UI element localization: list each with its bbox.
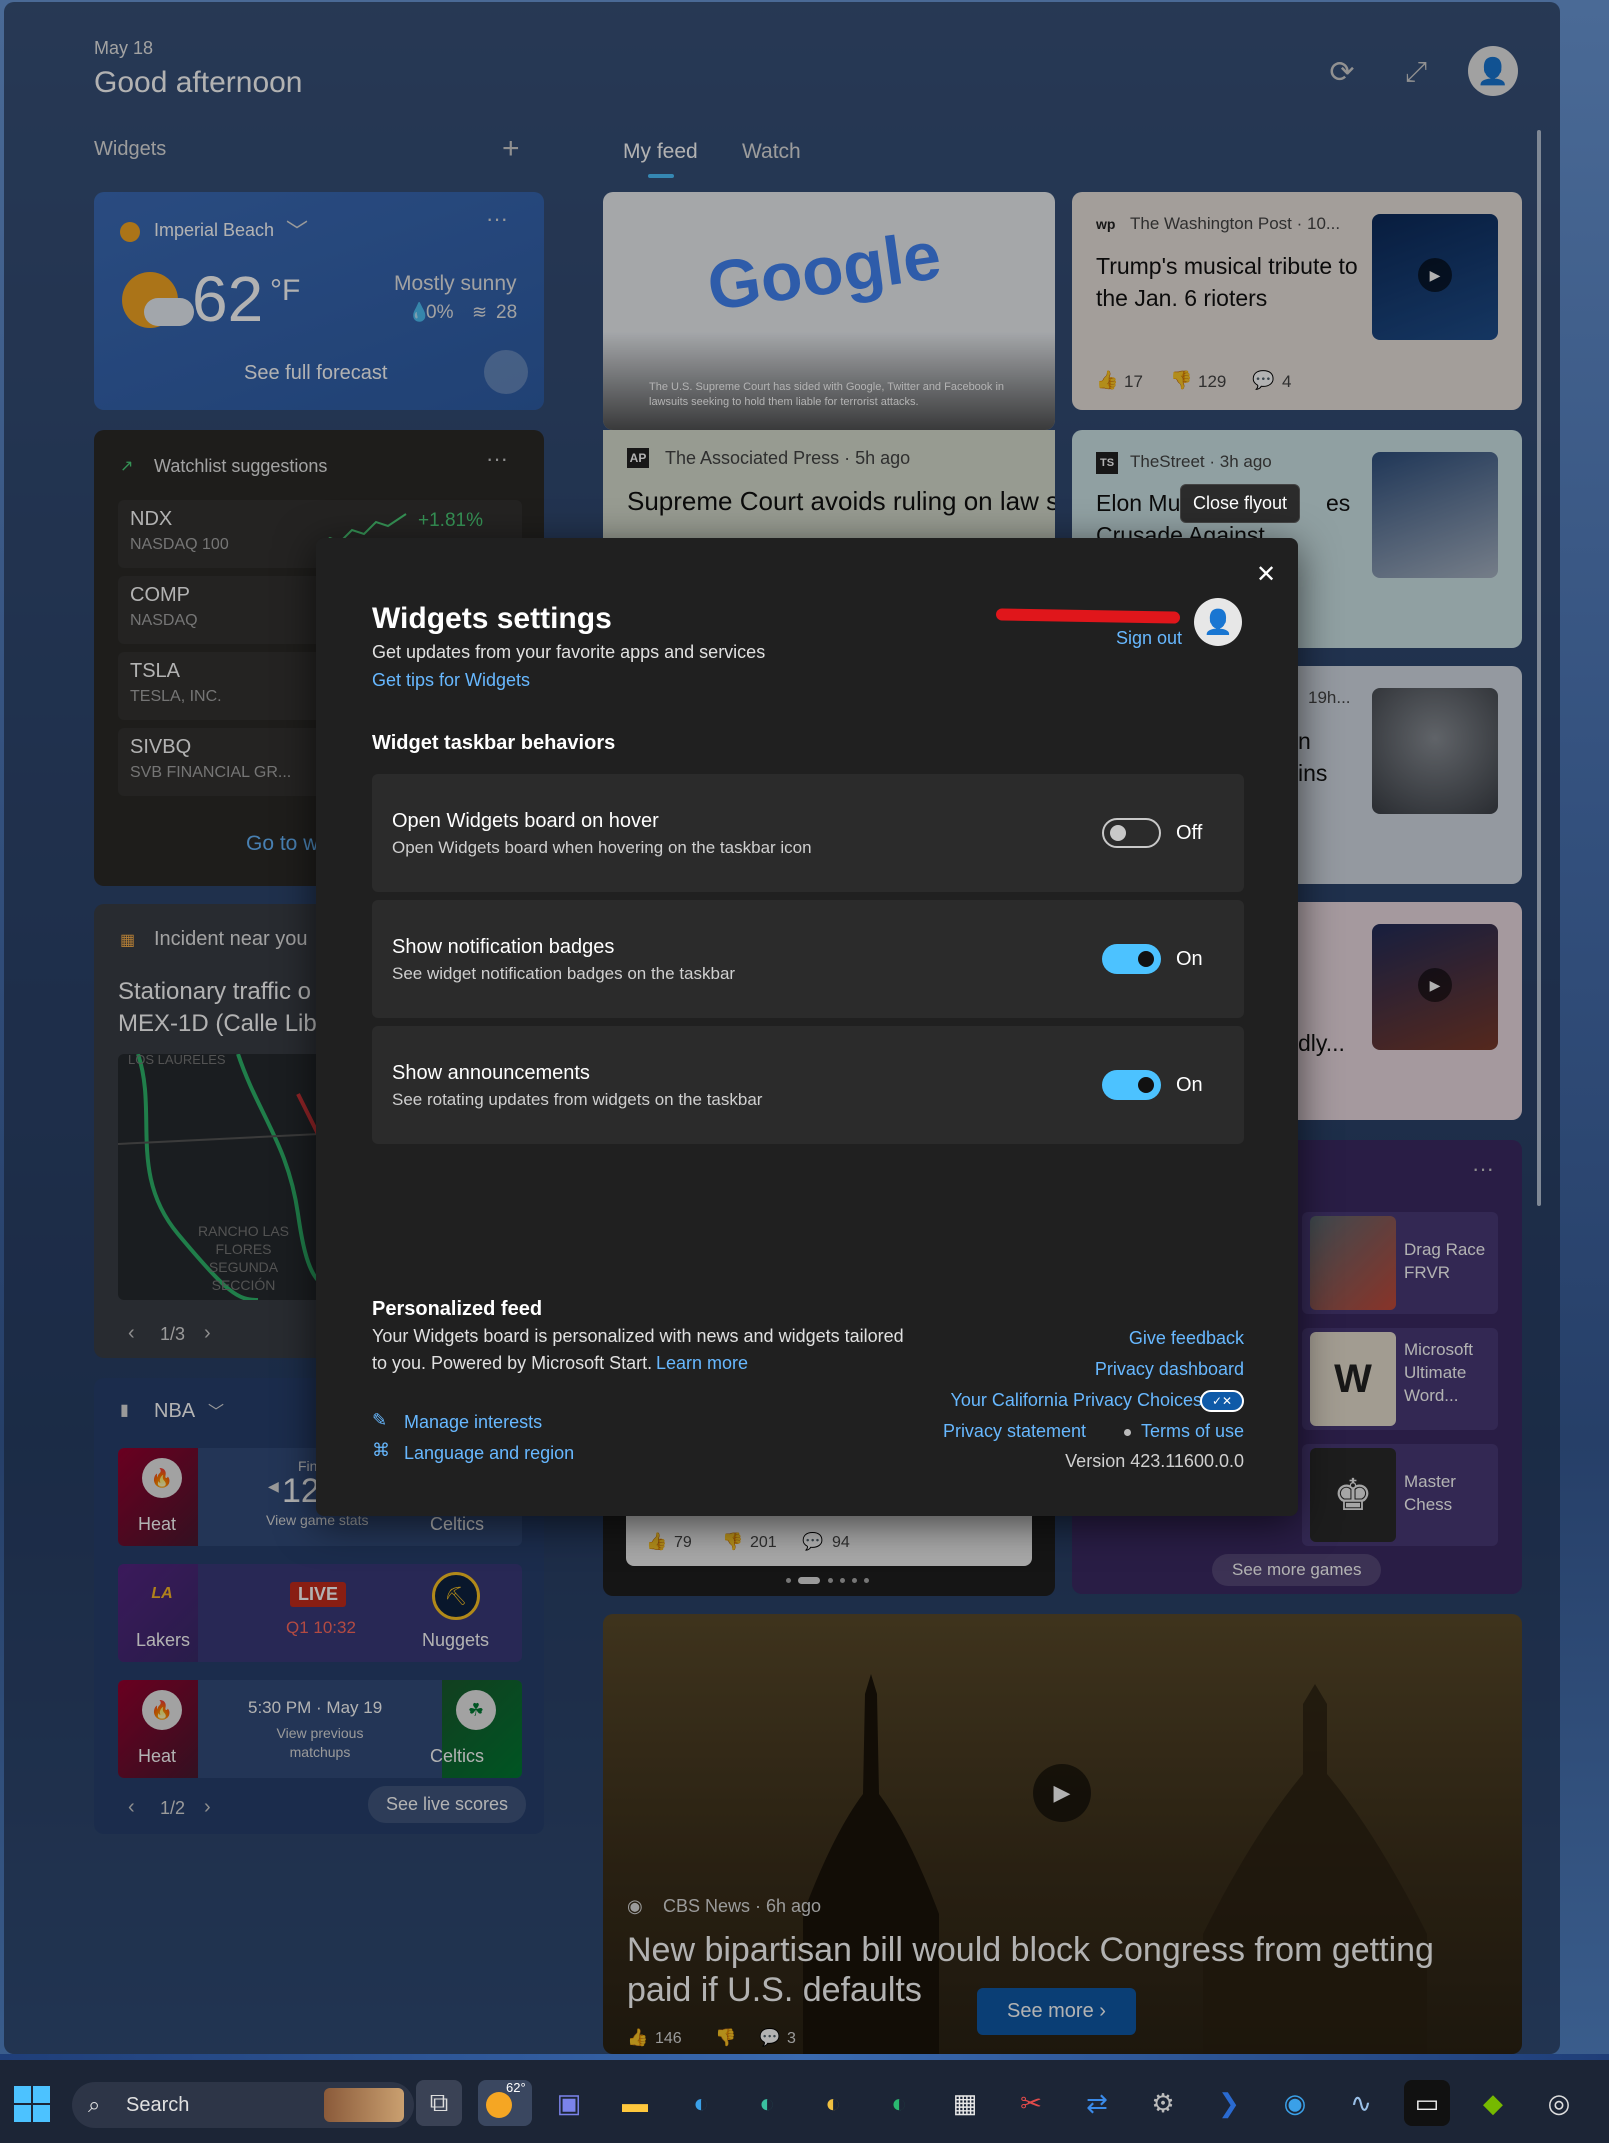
edge-icon[interactable]: ◐ (678, 2080, 724, 2126)
setting-row-announcements: Show announcements See rotating updates … (372, 1026, 1244, 1144)
language-icon: ⌘ (372, 1440, 390, 1460)
widgets-settings-flyout: ✕ Widgets settings Get updates from your… (316, 538, 1298, 1516)
language-region-link[interactable]: Language and region (404, 1443, 574, 1464)
privacy-dashboard-link[interactable]: Privacy dashboard (1095, 1359, 1244, 1380)
setting-desc: See widget notification badges on the ta… (392, 964, 736, 983)
taskbar-search-box[interactable]: ⌕ Search (72, 2082, 414, 2128)
weather-sun-icon (486, 2092, 512, 2118)
camera-icon[interactable]: ◎ (1536, 2080, 1582, 2126)
search-icon: ⌕ (88, 2092, 101, 2117)
hover-toggle[interactable] (1102, 818, 1161, 848)
redacted-account (995, 608, 1181, 624)
powershell-icon[interactable]: ❯ (1206, 2080, 1252, 2126)
get-tips-link[interactable]: Get tips for Widgets (372, 670, 530, 691)
privacy-choices-icon: ✓✕ (1200, 1390, 1244, 1412)
widgets-taskbar-button[interactable]: 62° (478, 2080, 532, 2126)
teams-icon[interactable]: ▣ (546, 2080, 592, 2126)
store-icon[interactable]: ▦ (942, 2080, 988, 2126)
setting-row-hover: Open Widgets board on hover Open Widgets… (372, 774, 1244, 892)
setting-title: Show notification badges (392, 936, 615, 958)
badges-toggle[interactable] (1102, 944, 1161, 974)
toggle-state: Off (1176, 822, 1203, 844)
network-icon[interactable]: ◉ (1272, 2080, 1318, 2126)
sign-out-link[interactable]: Sign out (1116, 628, 1182, 649)
setting-desc: See rotating updates from widgets on the… (392, 1090, 763, 1109)
terminal-icon[interactable]: ▭ (1404, 2080, 1450, 2126)
learn-more-link[interactable]: Learn more (656, 1353, 748, 1374)
personalized-feed-heading: Personalized feed (372, 1298, 543, 1320)
edge-canary-icon[interactable]: ◐ (810, 2080, 856, 2126)
setting-row-badges: Show notification badges See widget noti… (372, 900, 1244, 1018)
pencil-icon: ✎ (372, 1410, 388, 1430)
version-label: Version 423.11600.0.0 (1065, 1451, 1244, 1471)
announcements-toggle[interactable] (1102, 1070, 1161, 1100)
settings-gear-icon[interactable]: ⚙ (1140, 2080, 1186, 2126)
section-heading: Widget taskbar behaviors (372, 732, 616, 754)
settings-title: Widgets settings (372, 602, 612, 635)
close-flyout-tooltip: Close flyout (1180, 484, 1301, 523)
search-label: Search (126, 2094, 190, 2116)
task-view-icon[interactable]: ⧉ (416, 2080, 462, 2126)
toggle-state: On (1176, 1074, 1203, 1096)
search-highlight-image (324, 2088, 404, 2122)
setting-desc: Open Widgets board when hovering on the … (392, 838, 812, 857)
setting-title: Open Widgets board on hover (392, 810, 659, 832)
feed-description-line2: to you. Powered by Microsoft Start. (372, 1353, 653, 1373)
feed-description: Your Widgets board is personalized with … (372, 1326, 904, 1346)
remote-desktop-icon[interactable]: ⇄ (1074, 2080, 1120, 2126)
taskbar-temp: 62° (506, 2080, 526, 2095)
snipping-tool-icon[interactable]: ✂ (1008, 2080, 1054, 2126)
edge-beta-icon[interactable]: ◐ (744, 2080, 790, 2126)
nvidia-icon[interactable]: ◆ (1470, 2080, 1516, 2126)
setting-title: Show announcements (392, 1062, 590, 1084)
close-icon[interactable]: ✕ (1246, 554, 1286, 594)
account-avatar-icon[interactable]: 👤 (1194, 598, 1242, 646)
performance-monitor-icon[interactable]: ∿ (1338, 2080, 1384, 2126)
file-explorer-icon[interactable]: ▬ (612, 2080, 658, 2126)
terms-of-use-link[interactable]: Terms of use (1141, 1421, 1244, 1442)
edge-dev-icon[interactable]: ◐ (876, 2080, 922, 2126)
privacy-statement-link[interactable]: Privacy statement (943, 1421, 1086, 1442)
california-privacy-link[interactable]: Your California Privacy Choices (951, 1390, 1202, 1411)
give-feedback-link[interactable]: Give feedback (1129, 1328, 1244, 1349)
separator-dot (1124, 1429, 1131, 1436)
settings-subtitle: Get updates from your favorite apps and … (372, 642, 766, 662)
toggle-state: On (1176, 948, 1203, 970)
manage-interests-link[interactable]: Manage interests (404, 1412, 542, 1433)
start-windows-icon[interactable] (14, 2086, 50, 2122)
desktop-edge (0, 2054, 1609, 2060)
